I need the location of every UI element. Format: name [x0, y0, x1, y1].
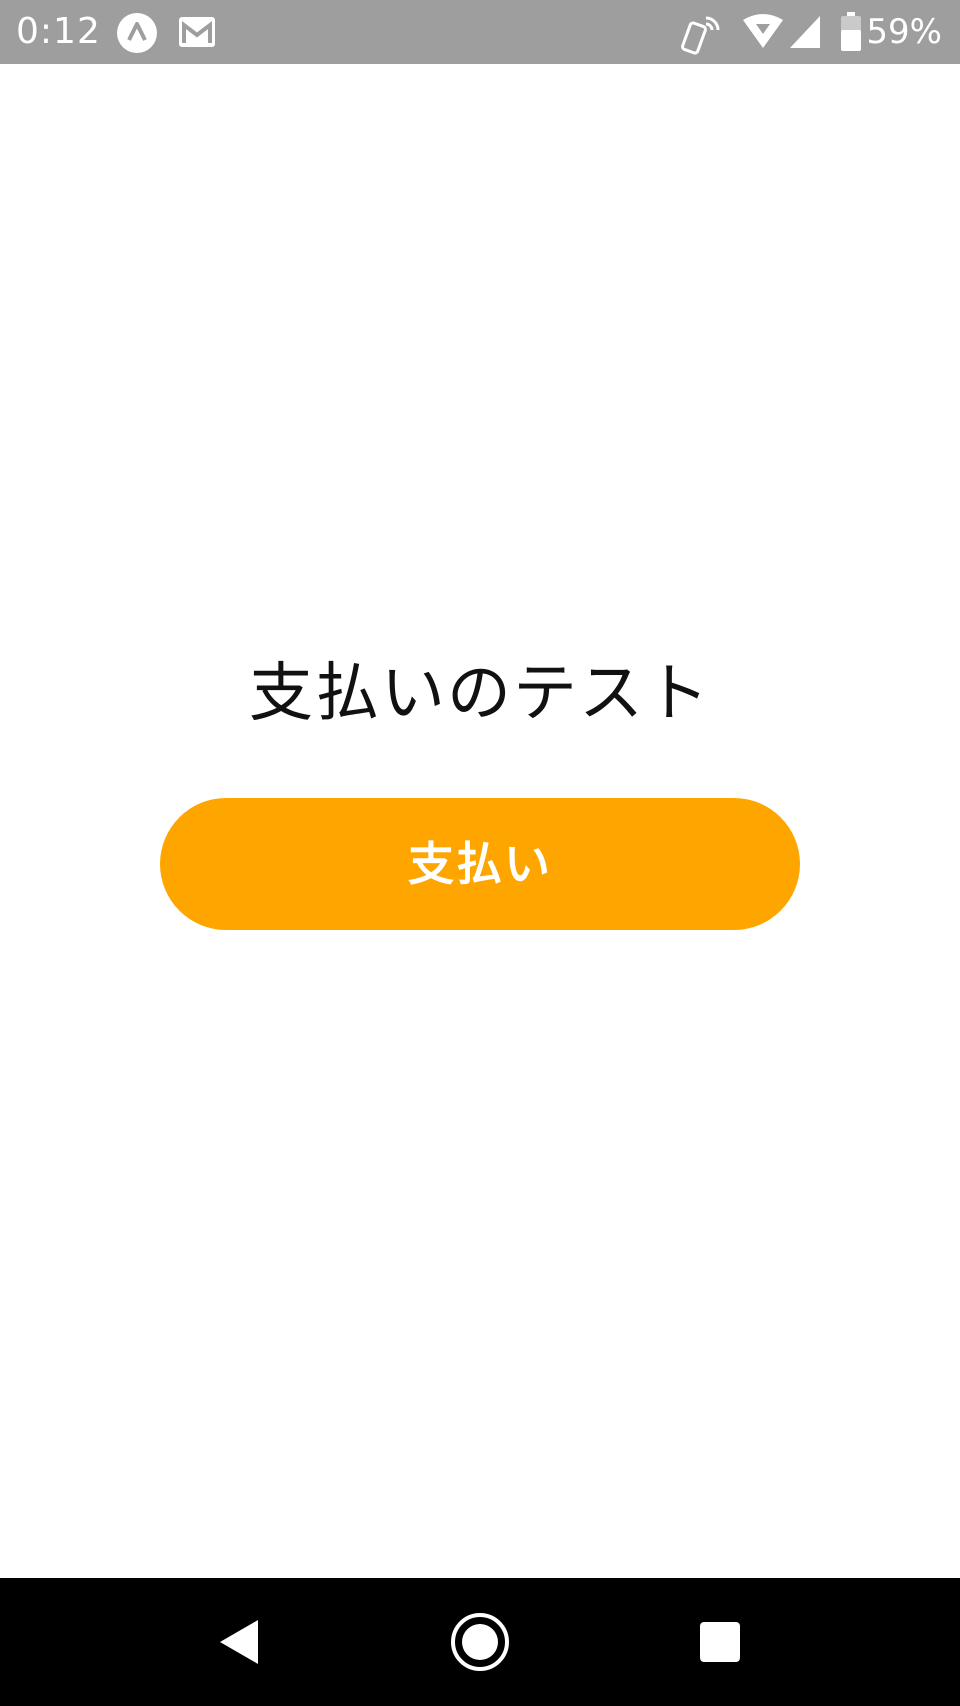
signal-icon — [790, 16, 820, 48]
battery-icon — [841, 12, 861, 51]
app-a-icon — [117, 13, 157, 53]
status-bar: 0:12 59% — [0, 0, 960, 64]
main-content: 支払いのテスト 支払い — [0, 64, 960, 1578]
navigation-bar — [0, 1578, 960, 1706]
gmail-icon — [179, 17, 215, 47]
wifi-icon — [743, 14, 783, 48]
recents-icon[interactable] — [680, 1602, 760, 1682]
page-title: 支払いのテスト — [249, 657, 711, 731]
battery-percentage: 59% — [866, 12, 942, 52]
pay-button[interactable]: 支払い — [160, 798, 800, 930]
back-icon[interactable] — [200, 1602, 280, 1682]
rotate-phone-icon — [681, 16, 720, 55]
status-time: 0:12 — [16, 11, 101, 52]
home-icon[interactable] — [440, 1602, 520, 1682]
